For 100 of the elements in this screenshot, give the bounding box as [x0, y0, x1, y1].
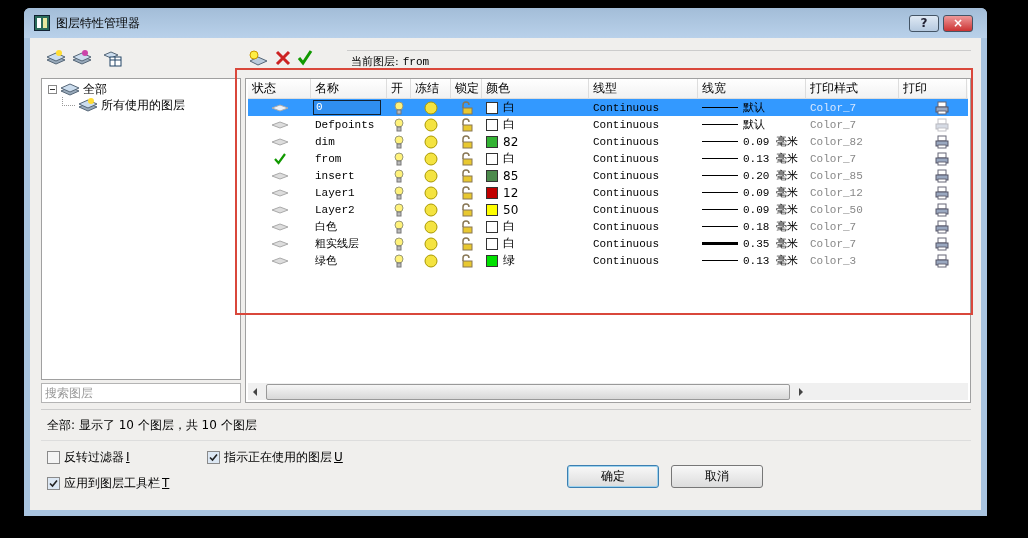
lightbulb-icon[interactable]	[394, 236, 404, 251]
layer-row[interactable]: 绿色 绿 Continuous 0.13 毫米 Color_3	[248, 252, 968, 269]
padlock-icon[interactable]	[459, 100, 474, 115]
plot-style: Color_7	[810, 101, 857, 114]
lightbulb-icon[interactable]	[394, 100, 404, 115]
printer-icon[interactable]	[935, 134, 949, 149]
column-header[interactable]: 锁定	[451, 79, 482, 98]
layer-stack-icon[interactable]	[71, 49, 93, 67]
dialog-button[interactable]: 取消	[671, 465, 763, 488]
layer-row[interactable]: 粗实线层 白 Continuous 0.35 毫米 Color_7	[248, 235, 968, 252]
padlock-icon[interactable]	[459, 253, 474, 268]
layer-grid-icon[interactable]	[103, 49, 123, 67]
tree-item[interactable]: 所有使用的图层	[101, 96, 185, 114]
checkbox-label[interactable]: 指示正在使用的图层 U	[224, 449, 343, 466]
delete-icon[interactable]	[275, 50, 291, 66]
column-header[interactable]: 状态	[248, 79, 311, 98]
search-field[interactable]: 搜索图层	[41, 383, 241, 403]
lightbulb-icon[interactable]	[394, 168, 404, 183]
sun-icon[interactable]	[424, 151, 438, 166]
printer-icon[interactable]	[935, 202, 949, 217]
checkbox[interactable]	[207, 451, 220, 464]
column-header[interactable]: 开	[387, 79, 411, 98]
layer-row[interactable]: 0 白 Continuous 默认 Color_7	[248, 99, 968, 116]
help-button[interactable]: ?	[909, 14, 939, 32]
sun-icon[interactable]	[424, 236, 438, 251]
lightbulb-icon[interactable]	[394, 202, 404, 217]
printer-icon[interactable]	[935, 219, 949, 234]
column-header[interactable]: 打印样式	[806, 79, 899, 98]
color-swatch[interactable]	[486, 203, 498, 216]
scroll-left-icon[interactable]	[252, 387, 258, 396]
padlock-icon[interactable]	[459, 236, 474, 251]
layer-row[interactable]: from 白 Continuous 0.13 毫米 Color_7	[248, 150, 968, 167]
layer-name: insert	[315, 169, 355, 182]
sun-icon[interactable]	[424, 168, 438, 183]
checkmark-icon[interactable]	[297, 50, 313, 66]
color-swatch[interactable]	[486, 169, 498, 182]
lightbulb-icon[interactable]	[394, 134, 404, 149]
color-swatch[interactable]	[486, 237, 498, 250]
printer-icon[interactable]	[935, 236, 949, 251]
lightbulb-icon[interactable]	[394, 185, 404, 200]
collapse-toggle-icon[interactable]	[48, 84, 57, 94]
scroll-right-icon[interactable]	[798, 387, 804, 396]
layer-row[interactable]: Layer2 50 Continuous 0.09 毫米 Color_50	[248, 201, 968, 218]
sun-icon[interactable]	[424, 117, 438, 132]
checkbox[interactable]	[47, 477, 60, 490]
color-swatch[interactable]	[486, 135, 498, 148]
plot-style: Color_7	[810, 237, 857, 250]
layer-name: from	[315, 152, 342, 165]
padlock-icon[interactable]	[459, 219, 474, 234]
linetype: Continuous	[593, 152, 659, 165]
color-swatch[interactable]	[486, 220, 498, 233]
color-swatch[interactable]	[486, 254, 498, 267]
layer-row[interactable]: Layer1 12 Continuous 0.09 毫米 Color_12	[248, 184, 968, 201]
column-header[interactable]: 打印	[899, 79, 967, 98]
sun-icon[interactable]	[424, 219, 438, 234]
color-swatch[interactable]	[486, 118, 498, 131]
column-header[interactable]: 名称	[311, 79, 387, 98]
printer-icon[interactable]	[935, 151, 949, 166]
padlock-icon[interactable]	[459, 185, 474, 200]
column-header[interactable]: 线型	[589, 79, 698, 98]
color-swatch[interactable]	[486, 101, 498, 114]
column-header[interactable]: 冻结	[411, 79, 451, 98]
horizontal-scrollbar[interactable]	[248, 383, 968, 400]
lightbulb-icon[interactable]	[394, 151, 404, 166]
new-layer-icon[interactable]	[247, 49, 269, 67]
layer-icon	[270, 137, 289, 146]
layer-stack-icon[interactable]	[45, 49, 67, 67]
printer-icon[interactable]	[935, 100, 949, 115]
layer-row[interactable]: 白色 白 Continuous 0.18 毫米 Color_7	[248, 218, 968, 235]
sun-icon[interactable]	[424, 134, 438, 149]
linetype: Continuous	[593, 135, 659, 148]
sun-icon[interactable]	[424, 202, 438, 217]
checkbox[interactable]	[47, 451, 60, 464]
printer-icon[interactable]	[935, 185, 949, 200]
sun-icon[interactable]	[424, 185, 438, 200]
layer-row[interactable]: dim 82 Continuous 0.09 毫米 Color_82	[248, 133, 968, 150]
column-header[interactable]: 颜色	[482, 79, 589, 98]
padlock-icon[interactable]	[459, 168, 474, 183]
dialog-button[interactable]: 确定	[567, 465, 659, 488]
printer-icon[interactable]	[935, 253, 949, 268]
layer-row[interactable]: Defpoints 白 Continuous 默认 Color_7	[248, 116, 968, 133]
padlock-icon[interactable]	[459, 117, 474, 132]
lightbulb-icon[interactable]	[394, 219, 404, 234]
printer-icon[interactable]	[935, 168, 949, 183]
color-swatch[interactable]	[486, 186, 498, 199]
column-header[interactable]: 线宽	[698, 79, 806, 98]
checkbox-label[interactable]: 反转过滤器 I	[64, 449, 130, 466]
sun-icon[interactable]	[424, 100, 438, 115]
sun-icon[interactable]	[424, 253, 438, 268]
lightbulb-icon[interactable]	[394, 253, 404, 268]
padlock-icon[interactable]	[459, 202, 474, 217]
padlock-icon[interactable]	[459, 134, 474, 149]
lightbulb-icon[interactable]	[394, 117, 404, 132]
scrollbar-thumb[interactable]	[266, 383, 790, 400]
color-swatch[interactable]	[486, 152, 498, 165]
checkbox-label[interactable]: 应用到图层工具栏 T	[64, 475, 170, 492]
linetype: Continuous	[593, 118, 659, 131]
padlock-icon[interactable]	[459, 151, 474, 166]
layer-row[interactable]: insert 85 Continuous 0.20 毫米 Color_85	[248, 167, 968, 184]
tree-item[interactable]: 全部	[83, 80, 107, 98]
